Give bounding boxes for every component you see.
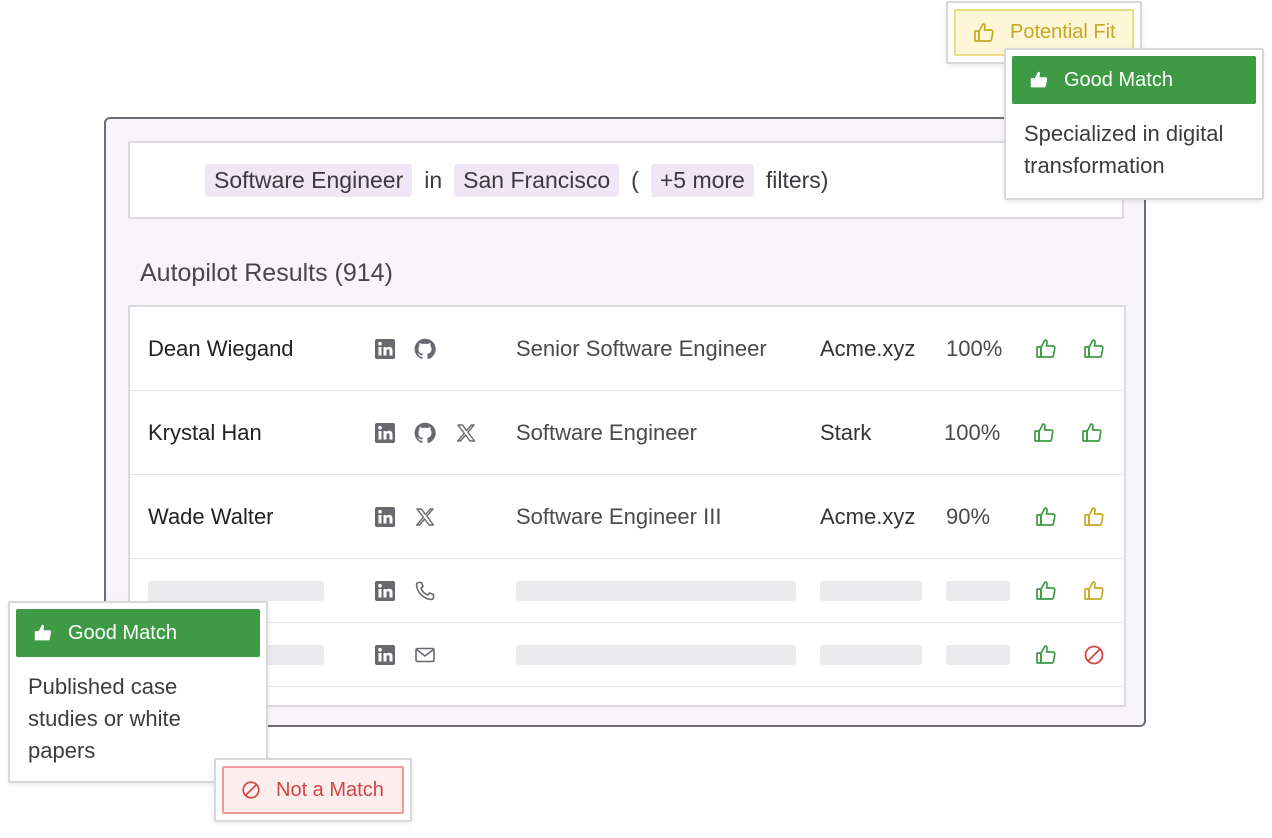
thumbs-up-icon[interactable] (1034, 505, 1058, 529)
match-reason-text: Specialized in digital transformation (1024, 121, 1224, 178)
match-score: 100% (946, 335, 1003, 361)
candidate-company: Acme.xyz (820, 335, 916, 361)
candidate-name[interactable]: Wade Walter (148, 504, 274, 530)
filters-label: filters) (765, 166, 829, 193)
linkedin-icon[interactable] (373, 579, 397, 603)
open-paren: ( (631, 166, 639, 193)
company-skeleton (820, 580, 922, 601)
linkedin-icon[interactable] (373, 421, 397, 445)
not-a-match-icon[interactable] (1082, 643, 1106, 667)
candidate-title: Software Engineer III (516, 503, 722, 529)
linkedin-icon[interactable] (373, 337, 397, 361)
match-reason-text: Published case studies or white papers (28, 674, 181, 763)
good-match-label: Good Match (68, 621, 177, 644)
not-a-match-icon (242, 781, 260, 799)
good-match-badge[interactable]: Good Match (16, 609, 260, 657)
role-filter-chip[interactable]: Software Engineer (205, 163, 413, 197)
candidate-name[interactable]: Dean Wiegand (148, 336, 294, 362)
not-a-match-card: Not a Match (214, 758, 412, 822)
good-match-label: Good Match (1064, 68, 1173, 91)
thumbs-up-icon[interactable] (1080, 421, 1104, 445)
score-skeleton (946, 644, 1010, 665)
table-row-placeholder (130, 623, 1124, 687)
mail-icon[interactable] (413, 643, 437, 667)
phone-icon[interactable] (413, 579, 437, 603)
match-score: 100% (944, 419, 1001, 445)
thumbs-up-icon (34, 624, 52, 641)
good-match-card: Good Match Published case studies or whi… (8, 601, 268, 783)
thumbs-up-icon (974, 22, 994, 42)
thumbs-up-icon (1030, 71, 1048, 88)
table-row[interactable]: Dean Wiegand Senior Software Engineer Ac… (130, 307, 1124, 391)
title-skeleton (516, 580, 796, 601)
table-row[interactable]: Wade Walter Software Engineer III Acme.x… (130, 475, 1124, 559)
thumbs-up-icon[interactable] (1034, 337, 1058, 361)
thumbs-up-icon[interactable] (1034, 579, 1058, 603)
good-match-card: Good Match Specialized in digital transf… (1004, 48, 1264, 200)
github-icon[interactable] (413, 421, 437, 445)
search-filter-bar[interactable]: Software Engineer in San Francisco ( +5 … (128, 141, 1124, 219)
github-icon[interactable] (413, 337, 437, 361)
table-row[interactable]: Krystal Han Software Engineer Stark 100% (130, 391, 1124, 475)
thumbs-up-icon[interactable] (1034, 643, 1058, 667)
company-skeleton (820, 644, 922, 665)
potential-fit-label: Potential Fit (1010, 21, 1116, 43)
results-table: Dean Wiegand Senior Software Engineer Ac… (128, 305, 1126, 707)
more-filters-chip[interactable]: +5 more (650, 163, 754, 197)
candidate-company: Stark (820, 419, 872, 445)
table-row-placeholder (130, 559, 1124, 623)
score-skeleton (946, 580, 1010, 601)
linkedin-icon[interactable] (373, 643, 397, 667)
candidate-company: Acme.xyz (820, 503, 916, 529)
location-filter-chip[interactable]: San Francisco (454, 163, 620, 197)
good-match-badge[interactable]: Good Match (1012, 56, 1256, 104)
candidate-title: Software Engineer (516, 419, 697, 445)
x-icon[interactable] (454, 421, 478, 445)
linkedin-icon[interactable] (373, 505, 397, 529)
candidate-title: Senior Software Engineer (516, 335, 767, 361)
not-a-match-badge[interactable]: Not a Match (222, 766, 404, 814)
potential-thumbs-up-icon[interactable] (1082, 579, 1106, 603)
not-a-match-label: Not a Match (276, 778, 384, 801)
name-skeleton (148, 580, 324, 601)
match-score: 90% (946, 503, 991, 529)
title-skeleton (516, 644, 796, 665)
in-label: in (424, 166, 443, 193)
candidate-name[interactable]: Krystal Han (148, 420, 262, 446)
results-title: Autopilot Results (914) (140, 259, 393, 287)
thumbs-up-icon[interactable] (1032, 421, 1056, 445)
x-icon[interactable] (413, 505, 437, 529)
potential-thumbs-up-icon[interactable] (1082, 505, 1106, 529)
thumbs-up-icon[interactable] (1082, 337, 1106, 361)
